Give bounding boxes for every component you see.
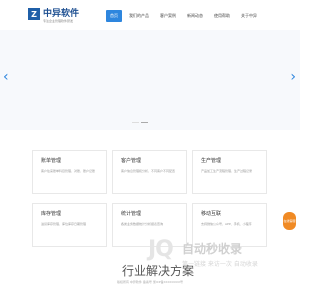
- card-title: 移动互联: [201, 211, 222, 217]
- logo-icon: Z: [28, 8, 40, 20]
- card-desc: 各类业务数据统计分析报表查询: [121, 222, 164, 226]
- card-title: 客户管理: [121, 158, 142, 164]
- carousel-prev-icon[interactable]: ‹: [3, 70, 9, 84]
- carousel-dot-active[interactable]: [141, 122, 148, 123]
- main-nav: 首页 我们的产品 客户案例 新闻动态 使用帮助 关于中异: [106, 10, 264, 22]
- card-inventory[interactable]: 库存管理 进货库存管理、库位库存日期管理: [32, 203, 107, 247]
- brand-name: 中异软件: [43, 8, 80, 19]
- nav-products[interactable]: 我们的产品: [125, 10, 153, 22]
- card-desc: 支持微信公众号、APP、手机、小程序: [201, 222, 252, 226]
- card-title: 统计管理: [121, 211, 142, 217]
- card-production[interactable]: 生产管理 产品加工生产流程管理、生产过程记录: [192, 150, 267, 194]
- nav-help[interactable]: 使用帮助: [210, 10, 234, 22]
- watermark-title: 自动秒收录: [182, 242, 243, 256]
- card-billing[interactable]: 账单管理 客户往来账单科目管理、对账、账户记账: [32, 150, 107, 194]
- product-cards: 账单管理 客户往来账单科目管理、对账、账户记账 客户管理 客户信息管理和分析，不…: [32, 150, 268, 247]
- card-desc: 客户往来账单科目管理、对账、账户记账: [41, 169, 96, 173]
- header: Z 中异软件 专注企业管理软件研发 首页 我们的产品 客户案例 新闻动态 使用帮…: [0, 0, 300, 30]
- brand-tagline: 专注企业管理软件研发: [43, 19, 74, 23]
- section-title: 行业解决方案: [122, 264, 195, 278]
- nav-news[interactable]: 新闻动态: [183, 10, 207, 22]
- nav-home[interactable]: 首页: [106, 10, 122, 22]
- card-customer[interactable]: 客户管理 客户信息管理和分析，不同客户不同配置: [112, 150, 187, 194]
- nav-cases[interactable]: 客户案例: [156, 10, 180, 22]
- online-service-button[interactable]: 在线客服: [283, 212, 296, 230]
- carousel-dots: [132, 122, 150, 123]
- card-title: 库存管理: [41, 211, 62, 217]
- carousel-dot[interactable]: [132, 122, 139, 123]
- card-desc: 客户信息管理和分析，不同客户不同配置: [121, 169, 176, 173]
- card-title: 生产管理: [201, 158, 222, 164]
- banner-carousel[interactable]: [0, 30, 300, 130]
- card-desc: 进货库存管理、库位库存日期管理: [41, 222, 87, 226]
- nav-about[interactable]: 关于中异: [237, 10, 261, 22]
- card-desc: 产品加工生产流程管理、生产过程记录: [201, 169, 253, 173]
- card-title: 账单管理: [41, 158, 62, 164]
- carousel-next-icon[interactable]: ›: [290, 70, 296, 84]
- watermark-logo: JQ: [148, 237, 174, 262]
- footer-copyright: 版权所有 中异软件 备案号 浙ICP备XXXXXXXX号: [116, 280, 184, 284]
